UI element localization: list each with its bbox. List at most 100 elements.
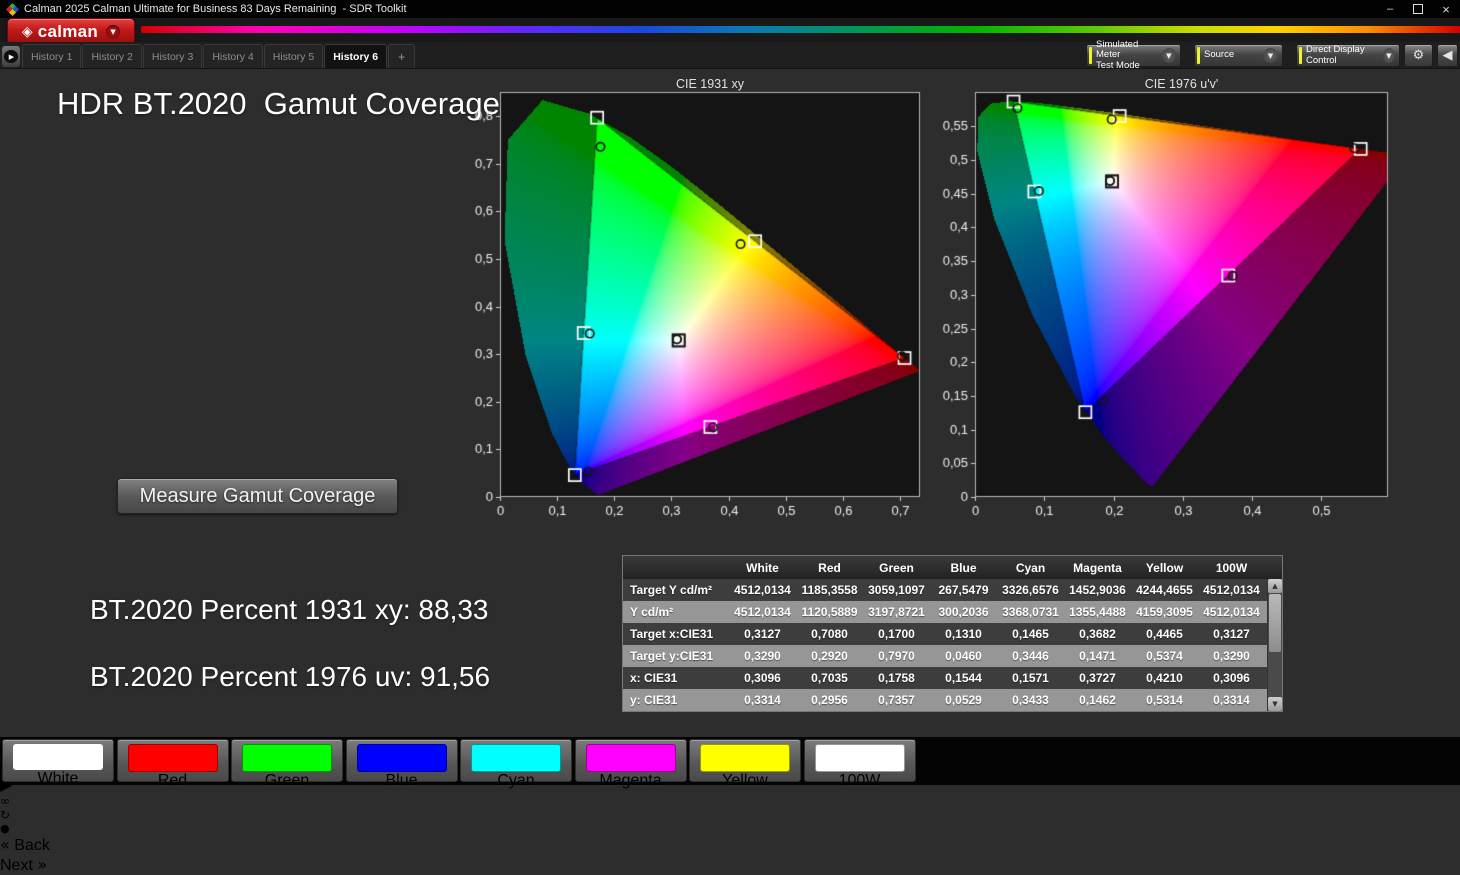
table-cell: 1452,9036 xyxy=(1064,583,1131,597)
tab-history-4[interactable]: History 4 xyxy=(203,44,262,68)
swatch-color xyxy=(815,744,905,772)
accent-bar xyxy=(1197,47,1200,64)
swatch-color xyxy=(357,744,447,772)
table-cell: 0,2956 xyxy=(796,693,863,707)
expand-tabs-button[interactable]: ▶ xyxy=(1,45,21,68)
table-cell: 0,1544 xyxy=(930,671,997,685)
scrollbar-thumb[interactable] xyxy=(1269,594,1281,652)
table-cell: 0,1465 xyxy=(997,627,1064,641)
table-row: y: CIE310,33140,29560,73570,05290,34330,… xyxy=(623,689,1282,711)
back-arrows-icon: « xyxy=(0,835,10,854)
swatch-yellow[interactable]: Yellow xyxy=(689,739,801,782)
tab-history-5[interactable]: History 5 xyxy=(264,44,323,68)
table-header-row: WhiteRedGreenBlueCyanMagentaYellow100W xyxy=(623,556,1282,579)
column-header-100w: 100W xyxy=(1198,561,1265,575)
dropdown-direct-display-control[interactable]: Direct Display Control▼ xyxy=(1296,44,1400,67)
table-row: Target y:CIE310,32900,29200,79700,04600,… xyxy=(623,645,1282,667)
tab-history-3[interactable]: History 3 xyxy=(143,44,202,68)
row-label: y: CIE31 xyxy=(623,693,729,707)
swatch-blue[interactable]: Blue xyxy=(346,739,458,782)
table-cell: 0,3290 xyxy=(1198,649,1265,663)
row-label: Y cd/m² xyxy=(623,605,729,619)
swatch-label: Yellow xyxy=(690,772,800,790)
cie-1976-chart xyxy=(935,89,1391,527)
next-button[interactable]: Next » xyxy=(0,855,1460,875)
scroll-up-icon[interactable]: ▲ xyxy=(1268,579,1282,593)
settings-gear-button[interactable]: ⚙ xyxy=(1404,44,1433,67)
back-button[interactable]: « Back xyxy=(0,835,1460,855)
swatch-magenta[interactable]: Magenta xyxy=(575,739,687,782)
dropdown-source[interactable]: Source▼ xyxy=(1194,44,1283,67)
swatch-color xyxy=(700,744,790,772)
tab-history-1[interactable]: History 1 xyxy=(22,44,81,68)
minimize-icon[interactable]: – xyxy=(1376,0,1404,18)
table-cell: 0,4210 xyxy=(1131,671,1198,685)
table-row: Y cd/m²4512,01341120,58893197,8721300,20… xyxy=(623,601,1282,623)
infinity-button[interactable]: ∞ xyxy=(0,794,1460,808)
swatch-100w[interactable]: 100W xyxy=(804,739,916,782)
table-cell: 1185,3558 xyxy=(796,583,863,597)
swatch-label: Green xyxy=(232,772,342,790)
measurement-table: WhiteRedGreenBlueCyanMagentaYellow100W Ta… xyxy=(622,555,1283,712)
column-header-yellow: Yellow xyxy=(1131,561,1198,575)
window-title: Calman 2025 Calman Ultimate for Business… xyxy=(24,3,407,15)
table-cell: 3197,8721 xyxy=(863,605,930,619)
table-cell: 0,0460 xyxy=(930,649,997,663)
chevron-down-icon: ▼ xyxy=(1162,48,1176,63)
swatch-color xyxy=(128,744,218,772)
table-cell: 0,3290 xyxy=(729,649,796,663)
scroll-down-icon[interactable]: ▼ xyxy=(1268,697,1282,711)
table-row: Target x:CIE310,31270,70800,17000,13100,… xyxy=(623,623,1282,645)
navigation-row: « Back Next » xyxy=(0,835,1460,875)
table-cell: 3368,0731 xyxy=(997,605,1064,619)
play-right-icon: ▶ xyxy=(4,50,18,63)
table-cell: 0,1758 xyxy=(863,671,930,685)
chevron-down-icon: ▼ xyxy=(106,25,120,39)
dropdown-simulated-meter[interactable]: Simulated MeterTest Mode▼ xyxy=(1086,44,1181,67)
swatch-color xyxy=(586,744,676,772)
row-label: Target x:CIE31 xyxy=(623,627,729,641)
swatch-white[interactable]: White xyxy=(2,739,114,782)
collapse-panel-button[interactable]: ◀ xyxy=(1437,44,1458,67)
table-cell: 4244,4655 xyxy=(1131,583,1198,597)
add-tab-button[interactable]: + xyxy=(388,44,415,68)
calman-logo-text: calman xyxy=(38,22,98,42)
swatch-cyan[interactable]: Cyan xyxy=(460,739,572,782)
table-cell: 0,3727 xyxy=(1064,671,1131,685)
percent-1931-text: BT.2020 Percent 1931 xy: 88,33 xyxy=(90,594,489,626)
percent-1976-text: BT.2020 Percent 1976 uv: 91,56 xyxy=(90,661,490,693)
measure-gamut-coverage-button[interactable]: Measure Gamut Coverage xyxy=(117,478,398,514)
table-cell: 4512,0134 xyxy=(729,583,796,597)
loop-button[interactable]: ↻ xyxy=(0,808,1460,822)
table-scrollbar[interactable]: ▲ ▼ xyxy=(1267,579,1282,711)
tab-history-6[interactable]: History 6 xyxy=(324,44,387,68)
table-cell: 1120,5889 xyxy=(796,605,863,619)
cie-1931-chart xyxy=(460,89,923,527)
history-tab-strip: History 1History 2History 3History 4Hist… xyxy=(22,44,416,68)
table-cell: 0,1310 xyxy=(930,627,997,641)
table-cell: 0,1471 xyxy=(1064,649,1131,663)
row-label: x: CIE31 xyxy=(623,671,729,685)
swatch-red[interactable]: Red xyxy=(117,739,229,782)
table-cell: 0,1571 xyxy=(997,671,1064,685)
dropdown-label: Source xyxy=(1204,50,1234,61)
table-cell: 0,3127 xyxy=(1198,627,1265,641)
table-cell: 0,3682 xyxy=(1064,627,1131,641)
column-header-red: Red xyxy=(796,561,863,575)
column-header-cyan: Cyan xyxy=(997,561,1064,575)
calman-menu-button[interactable]: ◈ calman ▼ xyxy=(7,18,135,45)
chevron-down-icon: ▼ xyxy=(1383,48,1395,63)
maximize-icon[interactable] xyxy=(1404,0,1432,18)
close-icon[interactable]: × xyxy=(1432,0,1460,18)
accent-bar xyxy=(1299,47,1302,64)
record-button[interactable]: ● xyxy=(0,822,1460,835)
row-label: Target y:CIE31 xyxy=(623,649,729,663)
swatch-green[interactable]: Green xyxy=(231,739,343,782)
tab-history-2[interactable]: History 2 xyxy=(82,44,141,68)
table-cell: 4512,0134 xyxy=(729,605,796,619)
page-title: HDR BT.2020 Gamut Coverage xyxy=(57,86,500,122)
table-cell: 4512,0134 xyxy=(1198,583,1265,597)
table-cell: 3326,6576 xyxy=(997,583,1064,597)
column-header-magenta: Magenta xyxy=(1064,561,1131,575)
swatch-label: Blue xyxy=(347,772,457,790)
